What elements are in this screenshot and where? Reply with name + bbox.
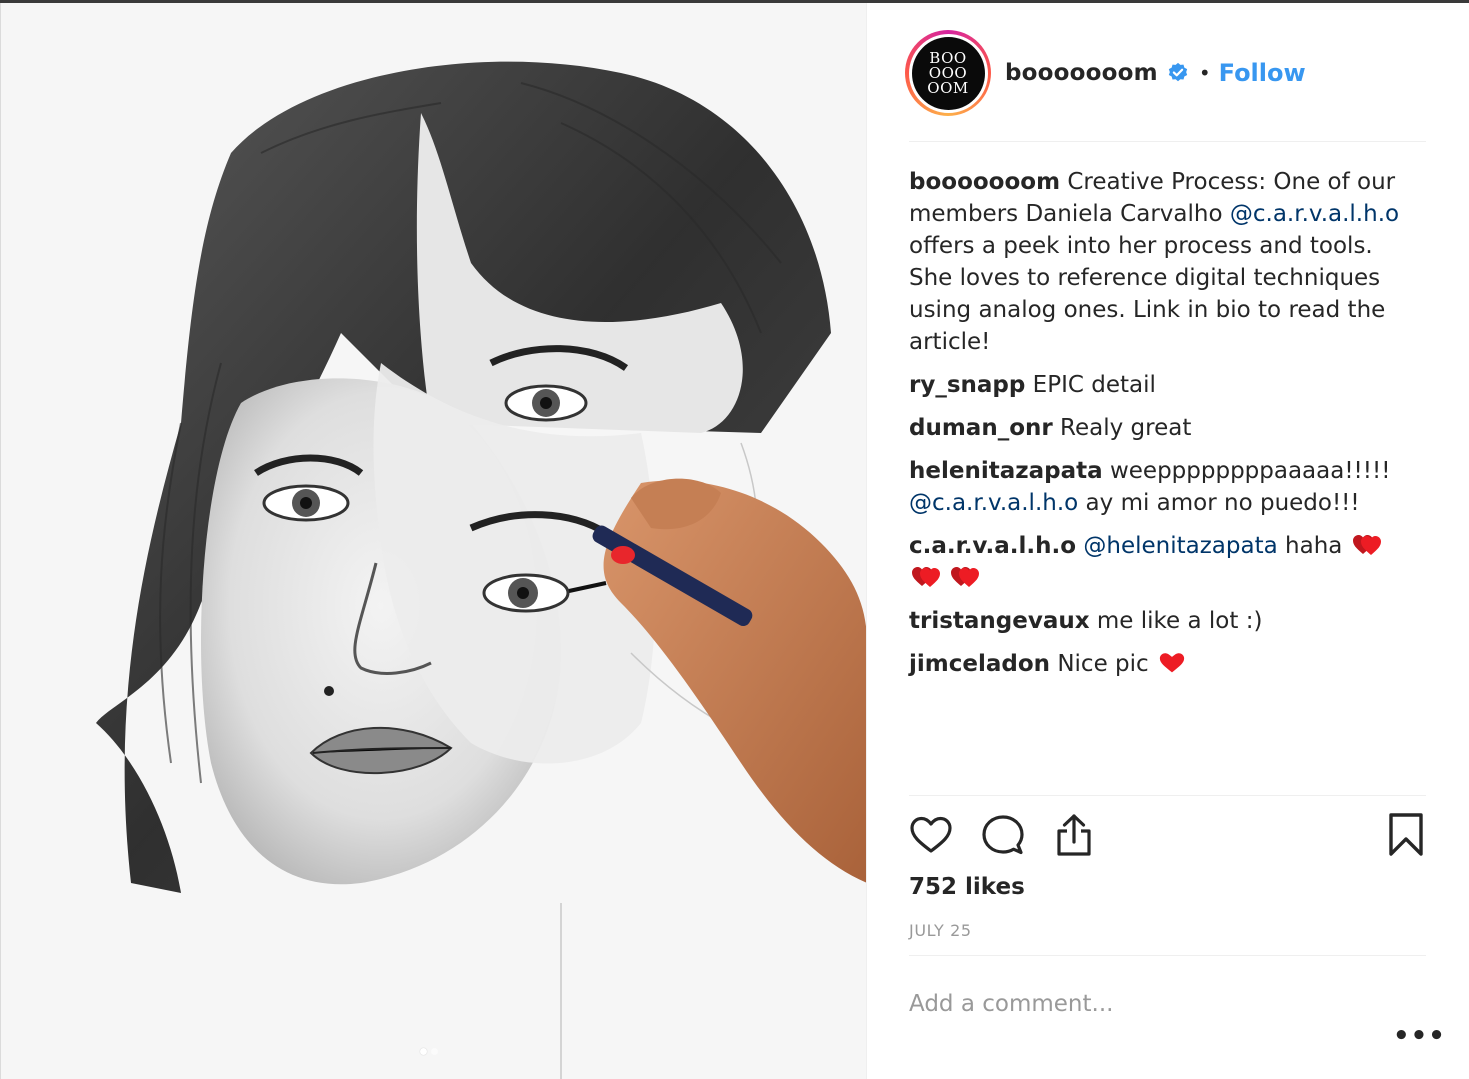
comment-item: duman_onr Realy great	[909, 412, 1409, 444]
comment-text: Realy great	[1060, 415, 1192, 441]
verified-badge-icon	[1167, 62, 1189, 84]
comment-username-link[interactable]: jimceladon	[909, 651, 1050, 677]
heart-icon	[1159, 653, 1185, 673]
actions-divider	[909, 795, 1426, 796]
more-options-icon[interactable]: •••	[1393, 1021, 1446, 1051]
comment-username-link[interactable]: helenitazapata	[909, 458, 1103, 484]
avatar-logo: BOO OOO OOM	[911, 36, 985, 110]
speech-bubble-icon	[982, 815, 1024, 855]
comment-text: EPIC detail	[1032, 372, 1156, 398]
author-username-link[interactable]: booooooom	[1005, 60, 1158, 86]
header-separator: •	[1198, 61, 1211, 85]
comment-item: c.a.r.v.a.l.h.o @helenitazapata haha	[909, 530, 1409, 594]
carousel-dot-2[interactable]	[431, 1048, 438, 1055]
caption: booooooom Creative Process: One of our m…	[909, 166, 1409, 358]
caption-username-link[interactable]: booooooom	[909, 169, 1060, 195]
carousel-indicator[interactable]	[420, 1048, 438, 1055]
save-button[interactable]	[1384, 813, 1428, 857]
pencil-portrait-drawing	[1, 3, 866, 1079]
heart-pair-icon	[912, 567, 940, 587]
comment-username-link[interactable]: c.a.r.v.a.l.h.o	[909, 533, 1076, 559]
comment-username-link[interactable]: duman_onr	[909, 415, 1053, 441]
avatar[interactable]: BOO OOO OOM	[905, 30, 991, 116]
bookmark-icon	[1389, 813, 1423, 856]
comment-text-continued: ay mi amor no puedo!!!	[1085, 490, 1360, 516]
comment-item: jimceladon Nice pic	[909, 648, 1409, 680]
comment-text: weeppppppppaaaaa!!!!!	[1109, 458, 1391, 484]
comment-box-divider	[909, 955, 1426, 956]
post-actions-bar	[909, 813, 1426, 863]
comment-item: ry_snapp EPIC detail	[909, 369, 1409, 401]
comment-username-link[interactable]: ry_snapp	[909, 372, 1025, 398]
comment-text: haha	[1285, 533, 1343, 559]
share-button[interactable]	[1052, 813, 1096, 857]
header-divider	[909, 141, 1426, 142]
comment-text: Nice pic	[1057, 651, 1149, 677]
follow-button[interactable]: Follow	[1219, 59, 1306, 87]
comment-item: tristangevaux me like a lot :)	[909, 605, 1409, 637]
heart-pair-icon	[951, 567, 980, 587]
comments-list: booooooom Creative Process: One of our m…	[909, 166, 1409, 691]
comment-mention-link[interactable]: @helenitazapata	[1083, 533, 1277, 559]
post-details-panel: BOO OOO OOM booooooom • Follow booooooom…	[866, 3, 1469, 1079]
post-date[interactable]: JULY 25	[909, 921, 972, 940]
share-upload-icon	[1057, 814, 1091, 856]
heart-pair-icon	[1352, 535, 1381, 555]
comment-username-link[interactable]: tristangevaux	[909, 608, 1090, 634]
comment-text: me like a lot :)	[1096, 608, 1263, 634]
add-comment-input[interactable]	[909, 991, 1369, 1017]
avatar-logo-line-3: OOM	[927, 78, 969, 97]
comment-button[interactable]	[981, 813, 1025, 857]
post-header: BOO OOO OOM booooooom • Follow	[905, 27, 1306, 119]
post-image[interactable]	[0, 3, 866, 1079]
avatar-border: BOO OOO OOM	[908, 33, 988, 113]
caption-text-continued: offers a peek into her process and tools…	[909, 233, 1386, 355]
heart-outline-icon	[910, 816, 952, 853]
caption-mention-link[interactable]: @c.a.r.v.a.l.h.o	[1230, 201, 1399, 227]
comment-item: helenitazapata weeppppppppaaaaa!!!!! @c.…	[909, 455, 1409, 519]
comment-mention-link[interactable]: @c.a.r.v.a.l.h.o	[909, 490, 1078, 516]
carousel-dot-1[interactable]	[420, 1048, 427, 1055]
likes-count[interactable]: 752 likes	[909, 874, 1025, 900]
like-button[interactable]	[909, 813, 953, 857]
